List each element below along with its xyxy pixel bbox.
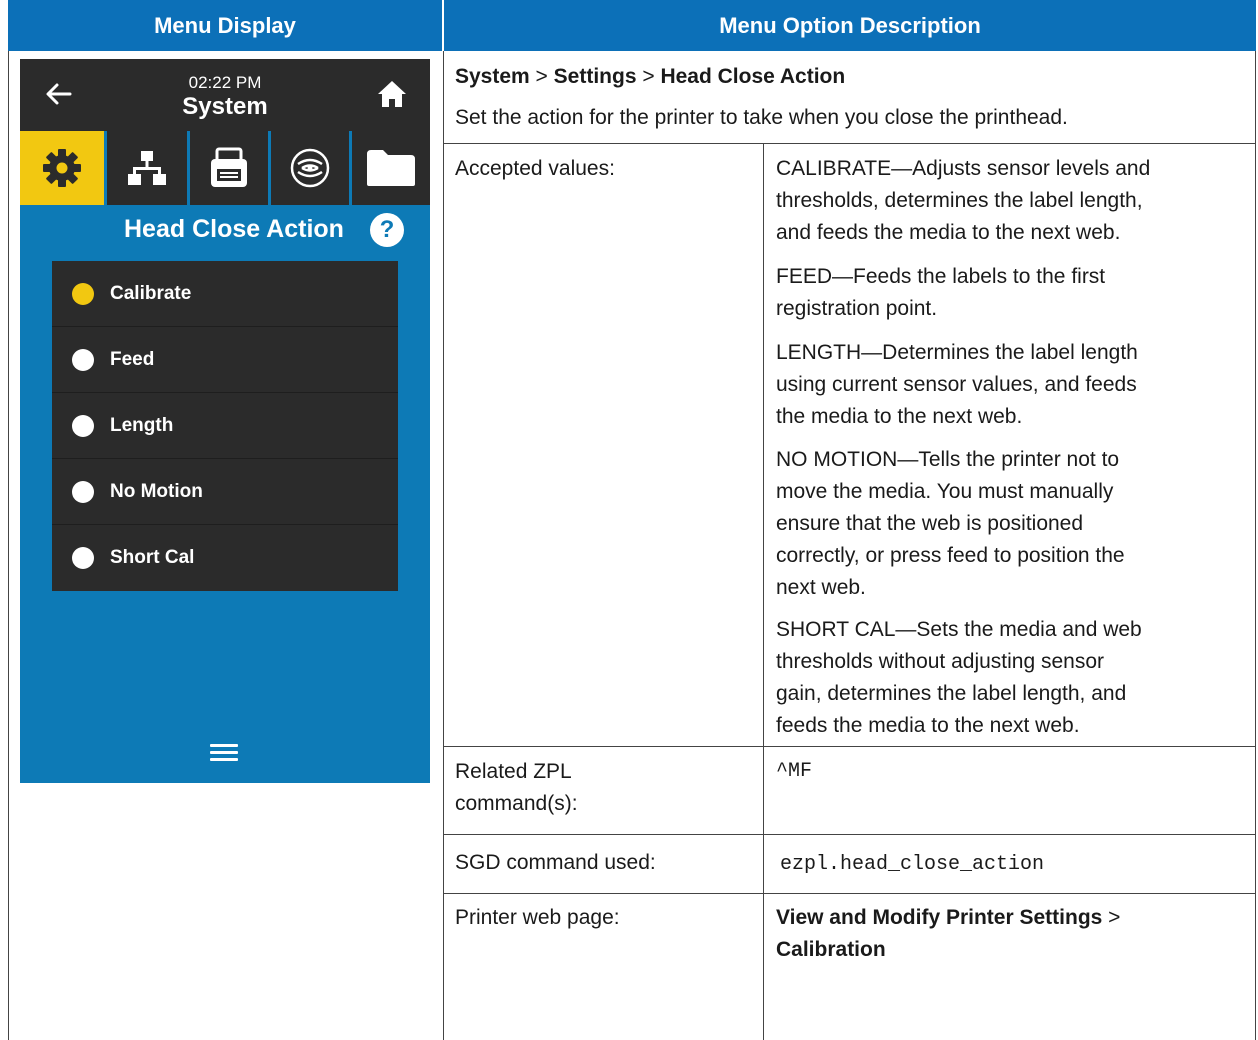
value-line: next web. — [776, 576, 866, 599]
value-line: using current sensor values, and feeds — [776, 373, 1137, 396]
value-feed: FEED—Feeds the labels to the first regis… — [776, 261, 1105, 325]
printer-icon — [211, 147, 247, 187]
value-line: and feeds the media to the next web. — [776, 221, 1121, 244]
option-label: Length — [110, 414, 174, 436]
value-line: NO MOTION—Tells the printer not to — [776, 448, 1120, 471]
option-calibrate[interactable]: Calibrate — [52, 261, 398, 327]
label-line: Related ZPL — [455, 760, 572, 783]
sgd-label: SGD command used: — [455, 851, 656, 874]
gear-icon — [43, 149, 81, 187]
path-separator: > — [529, 65, 554, 88]
column-header-menu-display: Menu Display — [8, 0, 442, 51]
radio-icon — [72, 348, 94, 371]
option-label: Feed — [110, 348, 155, 370]
value-line: LENGTH—Determines the label length — [776, 341, 1138, 364]
value-short-cal: SHORT CAL—Sets the media and web thresho… — [776, 614, 1142, 742]
right-border — [1255, 51, 1256, 1040]
zpl-value: ^MF — [776, 760, 813, 783]
web-page-path: View and Modify Printer Settings — [776, 906, 1103, 929]
display-top-bar: 02:22 PM System — [20, 59, 430, 131]
value-line: ensure that the web is positioned — [776, 512, 1084, 535]
web-page-section: Calibration — [776, 938, 886, 961]
path-head-close-action: Head Close Action — [660, 65, 846, 88]
value-line: FEED—Feeds the labels to the first — [776, 265, 1106, 288]
row-divider — [443, 143, 1256, 144]
value-line: SHORT CAL—Sets the media and web — [776, 618, 1142, 641]
value-line: the media to the next web. — [776, 405, 1023, 428]
radio-icon — [72, 480, 94, 503]
option-no-motion[interactable]: No Motion — [52, 459, 398, 525]
menu-icon[interactable] — [210, 744, 238, 762]
path-system: System — [455, 65, 530, 88]
value-line: gain, determines the label length, and — [776, 682, 1127, 705]
value-line: move the media. You must manually — [776, 480, 1114, 503]
row-divider — [443, 746, 1256, 747]
value-line: correctly, or press feed to position the — [776, 544, 1125, 567]
radio-icon — [72, 414, 94, 437]
value-line: feeds the media to the next web. — [776, 714, 1080, 737]
web-page-value: View and Modify Printer Settings > Calib… — [776, 902, 1120, 966]
wireless-icon — [290, 148, 330, 188]
value-length: LENGTH—Determines the label length using… — [776, 337, 1138, 433]
setting-summary: Set the action for the printer to take w… — [455, 106, 1068, 129]
category-tabs — [20, 131, 430, 205]
value-calibrate: CALIBRATE—Adjusts sensor levels and thre… — [776, 153, 1150, 249]
option-length[interactable]: Length — [52, 393, 398, 459]
zpl-label: Related ZPL command(s): — [455, 756, 578, 820]
value-line: CALIBRATE—Adjusts sensor levels and — [776, 157, 1151, 180]
option-label: Calibrate — [110, 282, 192, 304]
tab-storage[interactable] — [352, 131, 430, 205]
network-icon — [128, 151, 166, 185]
web-page-label: Printer web page: — [455, 906, 620, 929]
value-line: registration point. — [776, 297, 938, 320]
radio-selected-icon — [72, 282, 94, 305]
settings-path: System > Settings > Head Close Action — [455, 61, 845, 93]
screen-heading: Head Close Action — [124, 215, 344, 243]
folder-icon — [367, 150, 415, 186]
path-separator: > — [1102, 906, 1121, 929]
help-icon[interactable]: ? — [370, 213, 404, 247]
radio-icon — [72, 547, 94, 569]
value-line: thresholds without adjusting sensor — [776, 650, 1105, 673]
row-divider — [443, 834, 1256, 835]
column-header-description: Menu Option Description — [444, 0, 1256, 51]
row-divider — [443, 893, 1256, 894]
printer-display-screen: 02:22 PM System Head Close Action ? Cali… — [20, 59, 430, 783]
tab-rfid[interactable] — [271, 131, 349, 205]
tab-print[interactable] — [190, 131, 268, 205]
option-label: No Motion — [110, 480, 203, 502]
left-border — [8, 51, 9, 1040]
tab-system[interactable] — [20, 131, 104, 205]
option-short-cal[interactable]: Short Cal — [52, 525, 398, 591]
accepted-values-label: Accepted values: — [455, 157, 615, 180]
value-no-motion: NO MOTION—Tells the printer not to move … — [776, 444, 1125, 604]
path-settings: Settings — [553, 65, 637, 88]
option-feed[interactable]: Feed — [52, 327, 398, 393]
option-list: Calibrate Feed Length No Motion Short Ca… — [52, 261, 398, 591]
home-icon[interactable] — [376, 79, 408, 109]
sgd-value: ezpl.head_close_action — [780, 853, 1045, 876]
value-line: thresholds, determines the label length, — [776, 189, 1143, 212]
option-label: Short Cal — [110, 547, 195, 568]
display-title: System — [182, 93, 268, 120]
row-label-divider — [763, 143, 764, 1040]
label-line: command(s): — [455, 792, 578, 815]
column-divider — [443, 51, 444, 1040]
tab-connection[interactable] — [107, 131, 187, 205]
clock-time: 02:22 PM — [188, 73, 262, 92]
path-separator: > — [636, 65, 661, 88]
